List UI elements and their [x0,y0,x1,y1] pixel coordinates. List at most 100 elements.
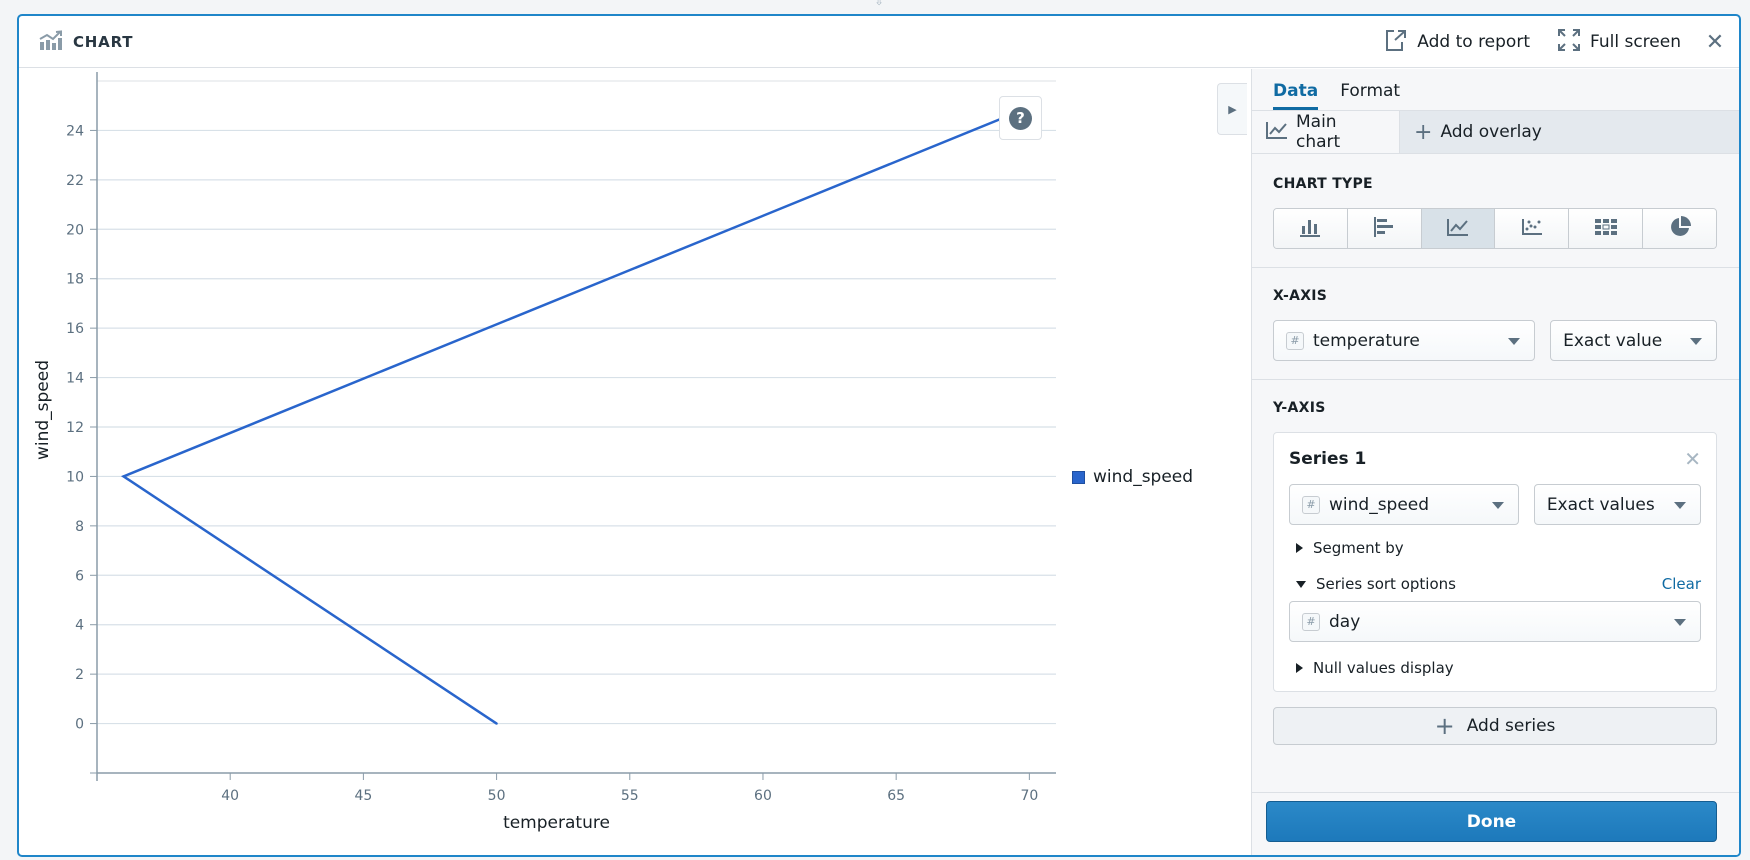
y-tick-label: 22 [66,173,84,189]
legend-label: wind_speed [1093,467,1194,487]
series-sort-options-label: Series sort options [1316,575,1456,593]
numeric-field-icon: # [1286,331,1304,350]
tab-format[interactable]: Format [1340,81,1400,110]
export-icon [1384,28,1408,57]
full-screen-label: Full screen [1590,32,1681,52]
y-tick-label: 14 [66,371,84,387]
chart-type-heatmap[interactable] [1569,209,1644,248]
series-card: Series 1 ✕ # wind_speed Exact values Seg… [1273,432,1717,692]
caret-down-icon [1508,338,1521,345]
line-chart-icon [1266,121,1288,144]
pie-chart-icon [1669,215,1691,242]
y-tick-label: 24 [66,123,84,139]
panel-footer: Done [1252,792,1739,855]
y-axis-label: wind_speed [33,360,53,460]
numeric-field-icon: # [1302,495,1320,514]
y-tick-label: 10 [66,469,84,485]
x-axis-title: X-AXIS [1273,288,1328,304]
x-tick-label: 45 [354,788,372,804]
data-point [495,722,498,725]
main-chart-tab[interactable]: Main chart [1252,111,1400,153]
y-tick-label: 0 [75,717,84,733]
y-tick-label: 6 [75,568,84,584]
y-axis-section: Y-AXIS Series 1 ✕ # wind_speed Exact val… [1252,380,1739,763]
add-to-report-button[interactable]: Add to report [1384,28,1530,56]
segment-by-label: Segment by [1313,539,1404,557]
line-chart-icon [1447,218,1469,240]
x-tick-label: 50 [488,788,506,804]
chart-editor-dialog: CHART Add to report Full screen ✕ 0 2 4 … [17,14,1741,857]
remove-series-icon[interactable]: ✕ [1684,447,1701,471]
main-chart-label: Main chart [1296,112,1341,152]
add-series-label: Add series [1466,716,1556,736]
chart-trend-icon [39,30,63,54]
segment-by-toggle[interactable]: Segment by [1289,539,1701,557]
clear-sort-link[interactable]: Clear [1662,575,1701,593]
legend-item[interactable]: wind_speed [1072,467,1193,487]
null-values-display-toggle[interactable]: Null values display [1289,659,1701,677]
plus-icon: + [1414,119,1433,145]
add-overlay-label: Add overlay [1440,122,1542,142]
close-icon[interactable]: ✕ [1703,30,1727,55]
data-point [122,475,125,478]
drag-handle-icon[interactable]: ⇩ [871,0,887,8]
sort-field-value: day [1329,611,1361,632]
x-axis-field-select[interactable]: # temperature [1273,320,1536,361]
x-tick-label: 60 [754,788,772,804]
y-axis-aggregation-value: Exact values [1546,494,1655,515]
dialog-title: CHART [39,30,133,54]
chart-type-pie[interactable] [1643,209,1716,248]
series-sort-options-toggle[interactable]: Series sort options Clear [1289,575,1701,593]
null-values-display-label: Null values display [1313,659,1454,677]
x-axis-field-value: temperature [1313,330,1420,351]
x-axis-aggregation-select[interactable]: Exact value [1550,320,1717,361]
config-panel: Data Format Main chart + Add overlay CHA… [1251,69,1739,855]
vertical-bar-chart-icon [1299,217,1321,241]
caret-down-icon [1690,338,1702,345]
question-icon: ? [1009,106,1032,130]
series-line-wind_speed [120,116,1004,725]
y-axis-field-value: wind_speed [1329,494,1430,515]
help-button[interactable]: ? [999,96,1042,140]
caret-right-icon [1296,543,1303,553]
caret-right-icon: ▶ [1228,102,1237,116]
caret-right-icon [1296,663,1303,673]
caret-down-icon [1491,502,1504,509]
done-button[interactable]: Done [1266,801,1717,842]
panel-tabs: Data Format [1252,69,1739,111]
x-axis-section: X-AXIS # temperature Exact value [1252,268,1739,380]
dialog-header: CHART Add to report Full screen ✕ [19,16,1739,68]
chart-type-vertical-bar[interactable] [1274,209,1348,248]
horizontal-bar-chart-icon [1373,216,1395,242]
chart-type-line[interactable] [1421,209,1496,248]
sort-field-select[interactable]: # day [1289,601,1701,642]
x-axis-label: temperature [503,813,610,833]
chart-type-horizontal-bar[interactable] [1347,209,1422,248]
x-tick-label: 70 [1020,788,1038,804]
y-tick-label: 8 [75,519,84,535]
numeric-field-icon: # [1302,612,1320,631]
add-to-report-label: Add to report [1417,32,1530,52]
chart-type-scatter[interactable] [1495,209,1570,248]
chart-type-selector [1273,208,1717,249]
add-overlay-button[interactable]: + Add overlay [1400,111,1558,153]
y-axis-title: Y-AXIS [1273,400,1326,416]
y-tick-label: 4 [75,618,84,634]
y-tick-label: 12 [66,420,84,436]
x-tick-label: 65 [887,788,905,804]
chart-type-title: CHART TYPE [1273,176,1373,192]
plus-icon: + [1434,712,1455,740]
y-tick-label: 18 [66,272,84,288]
full-screen-button[interactable]: Full screen [1557,28,1681,56]
add-series-button[interactable]: + Add series [1273,707,1717,745]
layer-tabs: Main chart + Add overlay [1252,111,1739,154]
tab-data[interactable]: Data [1273,81,1319,110]
caret-down-icon [1674,619,1686,626]
x-tick-label: 40 [221,788,239,804]
y-axis-field-select[interactable]: # wind_speed [1289,484,1519,525]
collapse-panel-button[interactable]: ▶ [1217,83,1247,135]
y-tick-label: 20 [66,222,84,238]
series-title: Series 1 [1289,449,1367,469]
y-axis-aggregation-select[interactable]: Exact values [1533,484,1701,525]
y-tick-label: 2 [75,667,84,683]
